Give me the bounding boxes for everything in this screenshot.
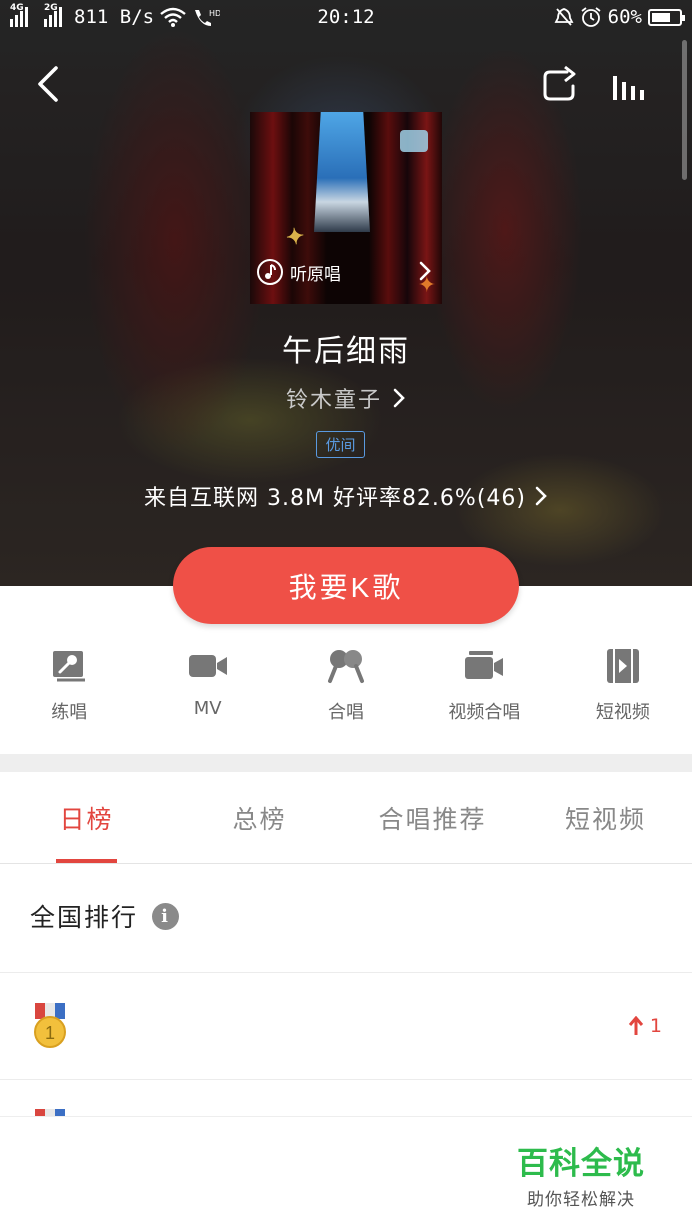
divider — [0, 972, 692, 973]
action-row: 练唱 MV 合唱 视频合唱 短视频 — [0, 646, 692, 746]
mute-bell-icon — [554, 8, 574, 26]
ranking-row[interactable] — [0, 1081, 692, 1121]
watermark-subtitle: 助你轻松解决 — [527, 1190, 635, 1210]
action-label: MV — [193, 698, 222, 719]
cover-badge-art — [400, 130, 428, 152]
song-hero: 4G 2G 811 B/s HD 20:12 60% ✦ ✦ 听原唱 午后细雨 … — [0, 0, 692, 586]
status-bar: 4G 2G 811 B/s HD 20:12 60% — [0, 0, 692, 36]
action-practice[interactable]: 练唱 — [0, 646, 138, 746]
listen-original-button[interactable]: 听原唱 — [256, 258, 341, 286]
status-right: 60% — [554, 6, 685, 28]
action-label: 练唱 — [51, 702, 88, 723]
quality-badge: 优间 — [316, 431, 365, 458]
tab-short-video[interactable]: 短视频 — [519, 772, 692, 863]
album-cover[interactable]: ✦ ✦ 听原唱 — [250, 112, 442, 304]
artist-name: 铃木童子 — [285, 388, 382, 413]
cover-logo-art: ✦ — [284, 222, 307, 252]
listen-original-label: 听原唱 — [290, 264, 341, 285]
action-mv[interactable]: MV — [138, 646, 276, 746]
action-duet[interactable]: 合唱 — [277, 646, 415, 746]
tab-duet-recommend[interactable]: 合唱推荐 — [346, 772, 519, 863]
scrollbar[interactable] — [682, 40, 687, 180]
chevron-right-icon — [535, 486, 547, 506]
song-meta-link[interactable]: 来自互联网 3.8M 好评率82.6%(46) — [0, 480, 692, 512]
medal-rank: 1 — [45, 1023, 55, 1043]
mic-card-icon — [49, 646, 89, 686]
duet-mic-icon — [326, 646, 366, 686]
action-label: 合唱 — [328, 702, 365, 723]
ranking-row[interactable]: 1 1 — [0, 975, 692, 1079]
alarm-icon — [581, 7, 601, 27]
action-label: 视频合唱 — [448, 702, 521, 723]
ranking-title: 全国排行 — [30, 903, 139, 932]
cover-window-art — [314, 112, 370, 232]
sing-k-button[interactable]: 我要K歌 — [173, 547, 519, 624]
action-short-video[interactable]: 短视频 — [554, 646, 692, 746]
action-label: 短视频 — [595, 702, 650, 723]
tab-overall[interactable]: 总榜 — [173, 772, 346, 863]
short-video-icon — [603, 646, 643, 686]
battery-percent: 60% — [607, 6, 642, 28]
share-icon[interactable] — [540, 64, 582, 104]
info-icon[interactable]: i — [152, 902, 180, 930]
divider — [0, 1079, 692, 1080]
playing-equalizer-icon[interactable] — [608, 66, 654, 106]
gold-medal-icon: 1 — [34, 1003, 66, 1048]
section-divider-band — [0, 754, 692, 772]
video-camera-icon — [188, 646, 228, 686]
artist-link[interactable]: 铃木童子 — [0, 382, 692, 414]
rank-trend: 1 — [628, 1015, 662, 1037]
song-meta-text: 来自互联网 3.8M 好评率82.6%(46) — [143, 486, 526, 511]
music-note-circle-icon — [257, 259, 283, 285]
chevron-right-icon — [393, 388, 405, 408]
watermark-logo: 百科全说 助你轻松解决 — [516, 1138, 646, 1210]
video-duet-icon — [464, 646, 504, 686]
watermark-title: 百科全说 — [517, 1146, 645, 1182]
arrow-up-icon — [628, 1016, 644, 1035]
rank-change: 1 — [649, 1015, 662, 1037]
tab-daily[interactable]: 日榜 — [0, 772, 173, 863]
back-arrow-icon[interactable] — [30, 62, 70, 106]
action-video-duet[interactable]: 视频合唱 — [415, 646, 553, 746]
battery-icon — [648, 8, 685, 26]
chart-tabs: 日榜 总榜 合唱推荐 短视频 — [0, 772, 692, 864]
song-title: 午后细雨 — [282, 334, 410, 369]
ranking-header: 全国排行 i — [30, 898, 180, 934]
chevron-right-icon — [419, 261, 431, 281]
